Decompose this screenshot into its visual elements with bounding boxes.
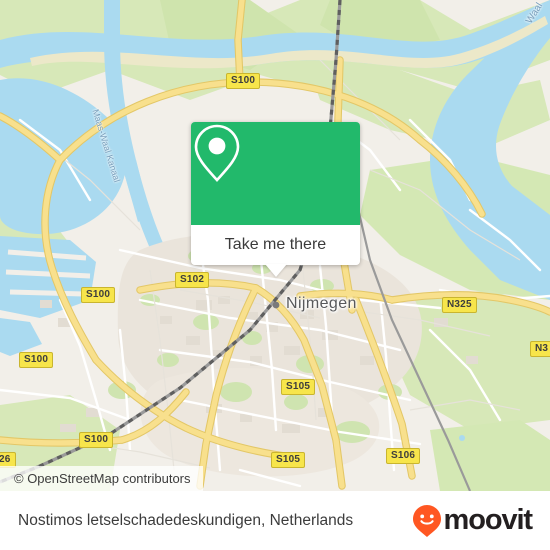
footer-bar: Nostimos letselschadedeskundigen, Nether… xyxy=(0,491,550,550)
road-shield-n3[interactable]: N3 xyxy=(530,341,550,357)
road-shield-s100-south[interactable]: S100 xyxy=(79,432,114,448)
moovit-wordmark: moovit xyxy=(443,504,534,536)
road-shield-s106[interactable]: S106 xyxy=(386,448,421,464)
location-popup-card[interactable]: Take me there xyxy=(191,122,360,277)
road-shield-s105-south[interactable]: S105 xyxy=(271,452,306,468)
osm-attribution-text: © OpenStreetMap contributors xyxy=(14,471,191,486)
osm-attribution[interactable]: © OpenStreetMap contributors xyxy=(0,466,203,491)
map-canvas[interactable]: Nijmegen Maas-Waal Kanaal Waal S100 S102… xyxy=(0,0,550,491)
moovit-pin-smiley-icon xyxy=(412,504,441,537)
take-me-there-label: Take me there xyxy=(224,236,327,253)
road-shield-s100-north[interactable]: S100 xyxy=(226,73,261,89)
road-shield-n325[interactable]: N325 xyxy=(442,297,477,313)
map-screenshot: Nijmegen Maas-Waal Kanaal Waal S100 S102… xyxy=(0,0,550,550)
footer-title: Nostimos letselschadedeskundigen, Nether… xyxy=(18,511,354,529)
card-pin-area xyxy=(191,122,360,225)
map-pin-icon xyxy=(194,124,240,182)
road-shield-s100-sw[interactable]: S100 xyxy=(19,352,54,368)
card-pointer-tail xyxy=(264,264,287,277)
city-dot xyxy=(272,301,280,309)
moovit-logo[interactable]: moovit xyxy=(412,504,534,538)
road-shield-s105-north[interactable]: S105 xyxy=(281,379,316,395)
road-shield-s102[interactable]: S102 xyxy=(175,272,210,288)
road-shield-s100-west[interactable]: S100 xyxy=(81,287,116,303)
take-me-there-button[interactable]: Take me there xyxy=(191,225,360,277)
